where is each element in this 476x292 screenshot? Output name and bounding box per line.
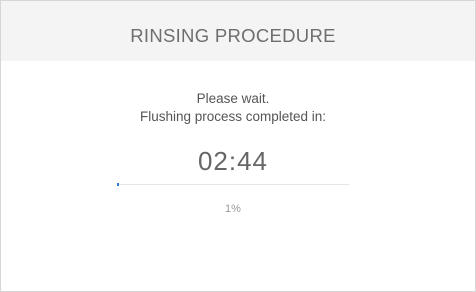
dialog-title: RINSING PROCEDURE <box>130 25 336 46</box>
wait-message: Please wait. <box>196 91 270 106</box>
rinsing-dialog: RINSING PROCEDURE Please wait. Flushing … <box>0 0 476 292</box>
progress-percent: 1% <box>225 203 241 215</box>
countdown-timer: 02:44 <box>197 146 269 176</box>
progress-bar-fill <box>117 183 120 186</box>
progress-bar <box>117 183 349 186</box>
dialog-header: RINSING PROCEDURE <box>1 1 475 61</box>
flushing-message: Flushing process completed in: <box>139 109 327 124</box>
